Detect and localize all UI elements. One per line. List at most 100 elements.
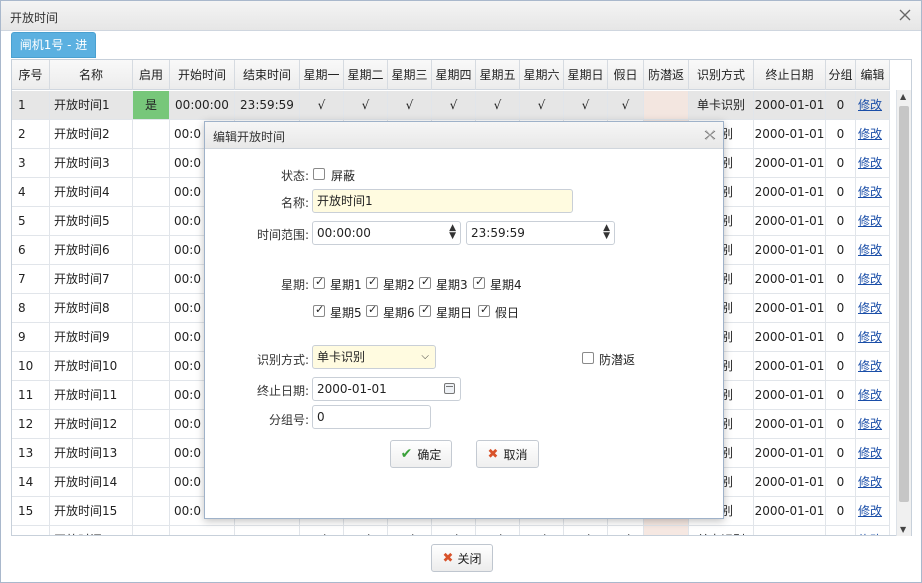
edit-link[interactable]: 修改 [856, 497, 890, 525]
column-header[interactable]: 星期三 [388, 60, 432, 90]
name-cell: 开放时间11 [50, 381, 133, 409]
seq-cell: 9 [12, 323, 50, 351]
start-time-input[interactable]: 00:00:00 ▲ ▼ [312, 221, 461, 245]
column-header[interactable]: 星期四 [432, 60, 476, 90]
ok-button-label: 确定 [417, 447, 442, 462]
cancel-button[interactable]: ✖ 取消 [476, 440, 539, 468]
scroll-thumb[interactable] [899, 106, 909, 502]
column-header[interactable]: 假日 [608, 60, 644, 90]
weekday-label: 星期6 [383, 306, 415, 320]
sat-cell: √ [520, 91, 564, 119]
name-cell: 开放时间6 [50, 236, 133, 264]
table-row[interactable]: 1 开放时间1 是 00:00:00 23:59:59 √ √ √ √ √ √ √ √ 单卡识别 2000-… [12, 91, 890, 120]
weekday-checkbox[interactable] [313, 275, 325, 289]
edit-link[interactable]: 修改 [856, 294, 890, 322]
weekday-checkbox[interactable] [473, 275, 485, 289]
name-input[interactable]: 开放时间1 [312, 189, 573, 213]
seq-cell: 10 [12, 352, 50, 380]
sun-cell: √ [564, 91, 608, 119]
column-header[interactable]: 结束时间 [235, 60, 300, 90]
mask-label: 屏蔽 [331, 169, 356, 183]
calendar-icon[interactable] [444, 383, 455, 394]
column-header[interactable]: 星期日 [564, 60, 608, 90]
check-icon: ✔ [400, 446, 413, 462]
column-header[interactable]: 开始时间 [170, 60, 235, 90]
column-header[interactable]: 星期二 [344, 60, 388, 90]
end-time-input[interactable]: 23:59:59 ▲ ▼ [466, 221, 615, 245]
vertical-scrollbar[interactable]: ▲ ▼ [896, 90, 911, 536]
end-time-spinner-icon[interactable]: ▲ ▼ [603, 224, 610, 241]
ok-button[interactable]: ✔ 确定 [390, 440, 452, 468]
name-cell: 开放时间3 [50, 149, 133, 177]
mode-cell: 单卡识别 [689, 91, 754, 119]
end-date-input[interactable]: 2000-01-01 [312, 377, 461, 401]
scroll-down-icon[interactable]: ▼ [900, 525, 906, 534]
seq-cell: 11 [12, 381, 50, 409]
end-date-cell: 2000-01-01 [754, 526, 826, 535]
enabled-cell: 是 [133, 91, 170, 119]
dialog-title-bar: 编辑开放时间 [205, 122, 723, 149]
column-header[interactable]: 编辑 [856, 60, 890, 90]
column-header[interactable]: 启用 [133, 60, 170, 90]
grid-header: 序号 名称 启用 开始时间 结束时间 星期一 星期二 星期三 星期四 星期五 星期六 星期日 假日 防潜返… [12, 60, 890, 90]
column-header[interactable]: 防潜返 [644, 60, 689, 90]
start-time-spinner-icon[interactable]: ▲ ▼ [449, 224, 456, 241]
weekday-checkbox[interactable] [366, 303, 378, 317]
group-input[interactable]: 0 [312, 405, 431, 429]
sun-cell: √ [564, 526, 608, 535]
close-x-icon: ✖ [442, 550, 454, 566]
edit-link[interactable]: 修改 [856, 381, 890, 409]
name-cell: 开放时间2 [50, 120, 133, 148]
seq-cell: 7 [12, 265, 50, 293]
end-date-cell: 2000-01-01 [754, 120, 826, 148]
weekday-checkbox[interactable] [478, 303, 490, 317]
antipassback-checkbox[interactable] [582, 352, 594, 364]
close-button[interactable]: ✖ 关闭 [431, 544, 493, 572]
column-header[interactable]: 星期六 [520, 60, 564, 90]
edit-link[interactable]: 修改 [856, 207, 890, 235]
edit-link[interactable]: 修改 [856, 149, 890, 177]
edit-link[interactable]: 修改 [856, 120, 890, 148]
column-header[interactable]: 名称 [50, 60, 133, 90]
close-icon[interactable] [899, 9, 911, 21]
tab-gate1-in[interactable]: 闸机1号 - 进 [11, 32, 96, 58]
group-cell: 0 [826, 410, 856, 438]
edit-link[interactable]: 修改 [856, 352, 890, 380]
edit-link[interactable]: 修改 [856, 439, 890, 467]
mode-select[interactable]: 单卡识别 ⌵ [312, 345, 436, 369]
group-cell: 0 [826, 468, 856, 496]
edit-link[interactable]: 修改 [856, 323, 890, 351]
dialog-close-icon[interactable] [703, 128, 717, 142]
edit-link[interactable]: 修改 [856, 265, 890, 293]
enabled-cell [133, 323, 170, 351]
cancel-x-icon: ✖ [487, 446, 499, 462]
weekday-checkbox[interactable] [366, 275, 378, 289]
weekday-label: 星期2 [383, 278, 415, 292]
end-time-cell: 23:59:59 [235, 526, 300, 535]
cancel-button-label: 取消 [503, 447, 528, 462]
edit-link[interactable]: 修改 [856, 468, 890, 496]
tue-cell: √ [344, 91, 388, 119]
group-cell: 0 [826, 352, 856, 380]
column-header[interactable]: 分组 [826, 60, 856, 90]
column-header[interactable]: 星期一 [300, 60, 344, 90]
edit-link[interactable]: 修改 [856, 236, 890, 264]
column-header[interactable]: 识别方式 [689, 60, 754, 90]
edit-link[interactable]: 修改 [856, 526, 890, 535]
edit-link[interactable]: 修改 [856, 91, 890, 119]
column-header[interactable]: 序号 [12, 60, 50, 90]
weekday-label: 星期1 [330, 278, 362, 292]
column-header[interactable]: 星期五 [476, 60, 520, 90]
group-cell: 0 [826, 526, 856, 535]
antipassback-cell [644, 526, 689, 535]
table-row[interactable]: 16开放时间1600:00:0023:59:59√√√√√√√√单卡识别2000… [12, 526, 890, 535]
edit-link[interactable]: 修改 [856, 410, 890, 438]
weekday-checkbox[interactable] [419, 275, 431, 289]
enabled-cell [133, 439, 170, 467]
scroll-up-icon[interactable]: ▲ [900, 92, 906, 101]
mask-checkbox[interactable] [313, 168, 325, 180]
weekday-checkbox[interactable] [419, 303, 431, 317]
weekday-checkbox[interactable] [313, 303, 325, 317]
column-header[interactable]: 终止日期 [754, 60, 826, 90]
edit-link[interactable]: 修改 [856, 178, 890, 206]
